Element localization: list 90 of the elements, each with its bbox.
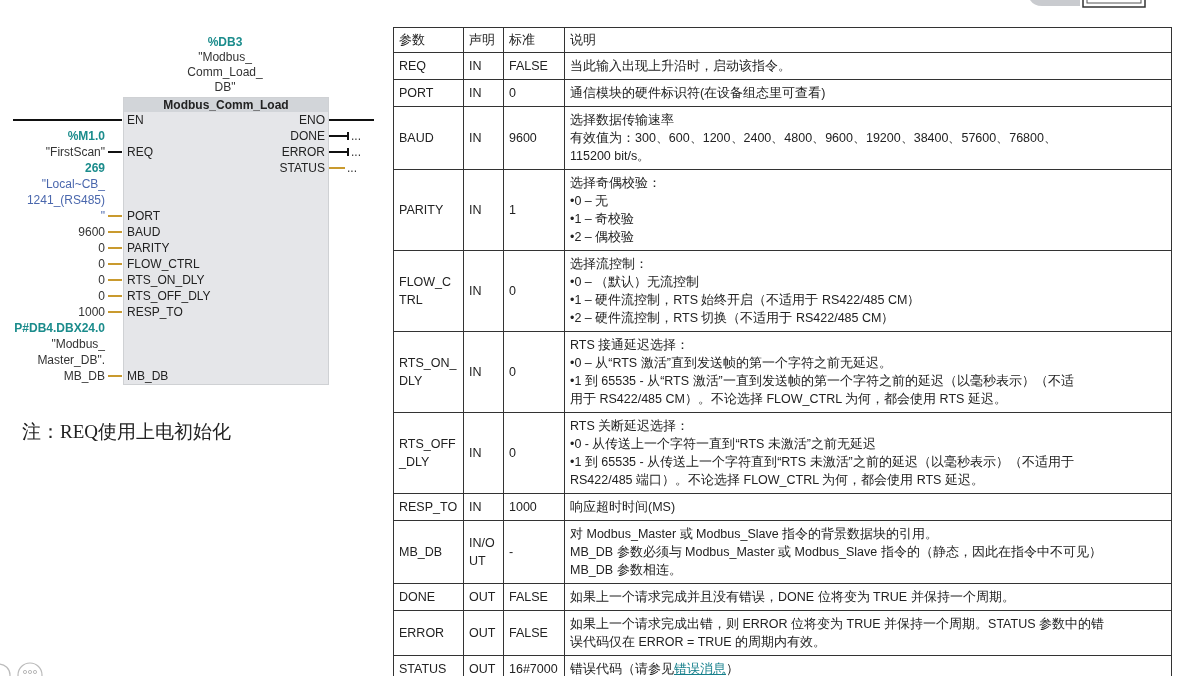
- table-cell: RTS 关断延迟选择： •0 - 从传送上一个字符一直到“RTS 未激活”之前无延迟 •1 到 65535 - 从传送上一个字符直到“RTS 未激活”之前的延迟（以毫秒表示）（不适用于 RS422/485 端口）。不论选择 FLOW_CTRL 为何，都会使用 RTS 延迟。: [564, 412, 1172, 494]
- operand-label: 1000: [78, 305, 105, 319]
- column-header: 声明: [463, 27, 504, 53]
- table-cell: FALSE: [503, 583, 565, 611]
- pin-label: BAUD: [127, 224, 161, 240]
- operand-label: ...: [347, 161, 357, 175]
- pin-label: RTS_OFF_DLY: [127, 288, 211, 304]
- table-cell: 通信模块的硬件标识符(在设备组态里可查看): [564, 79, 1172, 107]
- table-cell: ERROR: [393, 610, 464, 656]
- pin-label: PORT: [127, 208, 161, 224]
- operand-label: ...: [351, 129, 361, 143]
- connection-line: [329, 118, 374, 122]
- column-header: 说明: [564, 27, 1172, 53]
- operand-label: "Modbus_: [51, 337, 105, 351]
- pin-label: ERROR: [281, 144, 325, 160]
- table-cell: REQ: [393, 52, 464, 80]
- connection-line: [329, 147, 349, 157]
- operand-label: 0: [98, 257, 105, 271]
- table-cell: IN: [463, 79, 504, 107]
- table-cell: IN: [463, 412, 504, 494]
- pin-label: RESP_TO: [127, 304, 183, 320]
- operand-label: 0: [98, 241, 105, 255]
- table-cell: IN: [463, 169, 504, 251]
- table-cell: FALSE: [503, 610, 565, 656]
- table-cell: DONE: [393, 583, 464, 611]
- table-cell: IN: [463, 250, 504, 332]
- table-cell: IN/OUT: [463, 520, 504, 584]
- table-cell: IN: [463, 52, 504, 80]
- table-cell: RTS_ON_DLY: [393, 331, 464, 413]
- table-cell: 0: [503, 331, 565, 413]
- pin-label: STATUS: [279, 160, 325, 176]
- table-cell: PARITY: [393, 169, 464, 251]
- address-label: %M1.0: [67, 129, 105, 143]
- table-cell: 如果上一个请求完成并且没有错误，DONE 位将变为 TRUE 并保持一个周期。: [564, 583, 1172, 611]
- table-cell: 9600: [503, 106, 565, 170]
- table-cell: 对 Modbus_Master 或 Modbus_Slave 指令的背景数据块的引用。 MB_DB 参数必须与 Modbus_Master 或 Modbus_Slave 指令的（静态，因此在指令中不可见） MB_DB 参数相连。: [564, 520, 1172, 584]
- table-cell: 0: [503, 250, 565, 332]
- table-cell: OUT: [463, 583, 504, 611]
- operand-label: ...: [351, 145, 361, 159]
- pin-label: EN: [127, 112, 144, 128]
- instance-name: "Modbus_ Comm_Load_ DB": [186, 50, 264, 95]
- table-cell: 如果上一个请求完成出错，则 ERROR 位将变为 TRUE 并保持一个周期。STATUS 参数中的错 误代码仅在 ERROR = TRUE 的周期内有效。: [564, 610, 1172, 656]
- table-cell: 当此输入出现上升沿时，启动该指令。: [564, 52, 1172, 80]
- address-label: 269: [84, 161, 105, 175]
- table-cell: MB_DB: [393, 520, 464, 584]
- operand-label: Master_DB".: [37, 353, 105, 367]
- table-cell: RTS 接通延迟选择： •0 – 从“RTS 激活”直到发送帧的第一个字符之前无延迟。 •1 到 65535 - 从“RTS 激活”一直到发送帧的第一个字符之前的延迟（以毫秒表示）（不适 用于 RS422/485 CM）。不论选择 FLOW_CTRL 为何，都会使用 RTS 延迟。: [564, 331, 1172, 413]
- pin-label: ENO: [299, 112, 325, 128]
- table-cell: FALSE: [503, 52, 565, 80]
- table-cell: STATUS: [393, 655, 464, 676]
- block-title: Modbus_Comm_Load: [124, 98, 328, 112]
- table-cell: 选择数据传输速率 有效值为：300、600、1200、2400、4800、9600、19200、38400、57600、76800、 115200 bit/s。: [564, 106, 1172, 170]
- column-header: 标准: [503, 27, 565, 53]
- table-cell: 0: [503, 79, 565, 107]
- table-cell: 1: [503, 169, 565, 251]
- table-cell: IN: [463, 493, 504, 521]
- note-text: 注：REQ使用上电初始化: [22, 420, 232, 444]
- table-cell: OUT: [463, 610, 504, 656]
- operand-label: MB_DB: [63, 369, 105, 383]
- pin-label: PARITY: [127, 240, 170, 256]
- table-cell: 选择流控制： •0 – （默认）无流控制 •1 – 硬件流控制，RTS 始终开启（不适用于 RS422/485 CM） •2 – 硬件流控制，RTS 切换（不适用于 RS422/485 CM）: [564, 250, 1172, 332]
- table-cell: BAUD: [393, 106, 464, 170]
- instance-address: %DB3: [206, 35, 244, 50]
- link[interactable]: 错误消息: [674, 662, 726, 676]
- pin-label: MB_DB: [127, 368, 169, 384]
- table-cell: RESP_TO: [393, 493, 464, 521]
- connection-line: [329, 131, 349, 141]
- operand-label: ": [100, 209, 105, 223]
- table-cell: RTS_OFF_DLY: [393, 412, 464, 494]
- operand-label: 0: [98, 273, 105, 287]
- table-cell: 响应超时时间(MS): [564, 493, 1172, 521]
- table-cell: PORT: [393, 79, 464, 107]
- table-cell: FLOW_CTRL: [393, 250, 464, 332]
- pin-label: REQ: [127, 144, 153, 160]
- pin-label: DONE: [290, 128, 325, 144]
- table-cell: 0: [503, 412, 565, 494]
- operand-label: 0: [98, 289, 105, 303]
- pin-label: FLOW_CTRL: [127, 256, 200, 272]
- address-label: P#DB4.DBX24.0: [14, 321, 105, 335]
- pin-label: RTS_ON_DLY: [127, 272, 205, 288]
- column-header: 参数: [393, 27, 464, 53]
- operand-label: 9600: [78, 225, 105, 239]
- table-cell: 1000: [503, 493, 565, 521]
- table-cell: -: [503, 520, 565, 584]
- operand-label: "FirstScan": [45, 145, 105, 159]
- table-cell: IN: [463, 331, 504, 413]
- table-cell: IN: [463, 106, 504, 170]
- operand-label: 1241_(RS485): [26, 193, 105, 207]
- operand-label: "Local~CB_: [41, 177, 105, 191]
- table-cell: 选择奇偶校验： •0 – 无 •1 – 奇校验 •2 – 偶校验: [564, 169, 1172, 251]
